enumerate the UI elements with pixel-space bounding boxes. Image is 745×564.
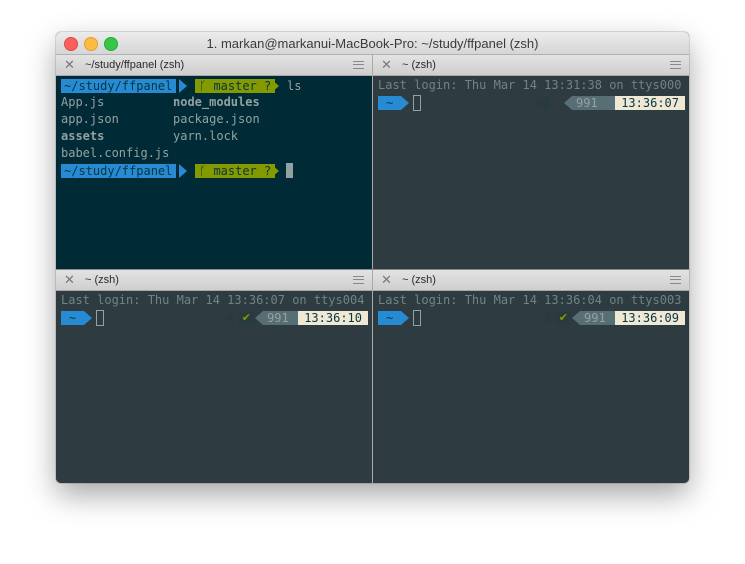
pane-tab-top-right[interactable]: ✕ ~ (zsh) xyxy=(373,55,689,76)
git-branch-segment: ᚴ master ? xyxy=(195,164,276,178)
command-text: ls xyxy=(287,79,302,93)
file-name: yarn.lock xyxy=(173,129,239,143)
prompt-path-segment: ~/study/ffpanel xyxy=(61,164,177,178)
time-segment: 13:36:09 xyxy=(615,311,685,325)
git-branch-icon: ᚴ xyxy=(199,79,207,93)
terminal-window: 1. markan@markanui-MacBook-Pro: ~/study/… xyxy=(56,32,689,483)
prompt-line: ~ 991 13:36:07 xyxy=(378,94,685,111)
file-name: app.json xyxy=(61,112,119,126)
arrow-right-icon xyxy=(271,79,279,93)
arrow-right-icon xyxy=(401,311,409,325)
pane-bottom-right[interactable]: ✕ ~ (zsh) Last login: Thu Mar 14 13:36:0… xyxy=(373,270,689,483)
arrow-left-icon xyxy=(572,311,580,325)
prompt-path-segment: ~ xyxy=(378,96,402,110)
last-login-text: Last login: Thu Mar 14 13:31:38 on ttys0… xyxy=(378,78,682,92)
pane-tab-bottom-right[interactable]: ✕ ~ (zsh) xyxy=(373,270,689,291)
arrow-right-icon xyxy=(401,96,409,110)
git-branch-icon: ᚴ xyxy=(199,164,207,178)
pane-tab-label: ~ (zsh) xyxy=(402,59,436,71)
checkmark-icon: ✔ xyxy=(554,311,572,325)
arrow-left-icon xyxy=(255,311,263,325)
history-number: 991 xyxy=(263,311,299,325)
pane-tab-bottom-left[interactable]: ✕ ~ (zsh) xyxy=(56,270,372,291)
ls-row: assets yarn.lock xyxy=(61,128,368,145)
git-branch-segment: ᚴ master ? xyxy=(195,79,276,93)
prompt-path-segment: ~ xyxy=(61,311,85,325)
terminal-output[interactable]: Last login: Thu Mar 14 13:31:38 on ttys0… xyxy=(378,77,685,111)
terminal-output[interactable]: Last login: Thu Mar 14 13:36:07 on ttys0… xyxy=(61,292,368,326)
hamburger-icon[interactable] xyxy=(670,276,681,284)
text-cursor xyxy=(413,310,421,326)
hamburger-icon[interactable] xyxy=(670,61,681,69)
pane-divider-horizontal[interactable] xyxy=(56,269,689,270)
prompt-line: ~/study/ffpanel ᚴ master ? ls xyxy=(61,77,368,94)
checkmark-icon: ✔ xyxy=(237,311,255,325)
status-segment xyxy=(542,96,550,110)
prompt-line: ~ ✔ 991 13:36:10 xyxy=(61,309,368,326)
time-segment: 13:36:07 xyxy=(615,96,685,110)
text-cursor xyxy=(96,310,104,326)
last-login-text: Last login: Thu Mar 14 13:36:07 on ttys0… xyxy=(61,293,365,307)
pane-bottom-left[interactable]: ✕ ~ (zsh) Last login: Thu Mar 14 13:36:0… xyxy=(56,270,372,483)
hamburger-icon[interactable] xyxy=(353,276,364,284)
directory-name: assets xyxy=(61,129,105,143)
pane-tab-label: ~/study/ffpanel (zsh) xyxy=(85,59,185,71)
git-branch-label: master ? xyxy=(213,164,272,178)
prompt-line: ~/study/ffpanel ᚴ master ? xyxy=(61,162,368,179)
prompt-path-segment: ~/study/ffpanel xyxy=(61,79,177,93)
arrow-right-icon xyxy=(179,79,187,93)
file-name: babel.config.js xyxy=(61,146,170,160)
pane-tab-label: ~ (zsh) xyxy=(85,274,119,286)
pane-top-left[interactable]: ✕ ~/study/ffpanel (zsh) ~/study/ffpanel … xyxy=(56,55,372,269)
terminal-output[interactable]: Last login: Thu Mar 14 13:36:04 on ttys0… xyxy=(378,292,685,326)
close-icon[interactable]: ✕ xyxy=(64,57,75,73)
close-icon[interactable]: ✕ xyxy=(381,57,392,73)
window-title: 1. markan@markanui-MacBook-Pro: ~/study/… xyxy=(206,36,539,51)
last-login-text: Last login: Thu Mar 14 13:36:04 on ttys0… xyxy=(378,293,682,307)
file-name: package.json xyxy=(173,112,260,126)
title-bar: 1. markan@markanui-MacBook-Pro: ~/study/… xyxy=(56,32,689,55)
file-name: App.js xyxy=(61,95,105,109)
pane-top-right[interactable]: ✕ ~ (zsh) Last login: Thu Mar 14 13:31:3… xyxy=(373,55,689,269)
close-icon[interactable]: ✕ xyxy=(64,272,75,288)
terminal-output[interactable]: ~/study/ffpanel ᚴ master ? ls App.js nod… xyxy=(61,77,368,179)
hamburger-icon[interactable] xyxy=(353,61,364,69)
git-branch-label: master ? xyxy=(213,79,272,93)
ls-row: babel.config.js xyxy=(61,145,368,162)
text-cursor xyxy=(413,95,421,111)
directory-name: node_modules xyxy=(173,95,260,109)
arrow-right-icon xyxy=(179,164,187,178)
ls-row: App.js node_modules xyxy=(61,94,368,111)
prompt-path-segment: ~ xyxy=(378,311,402,325)
pane-tab-label: ~ (zsh) xyxy=(402,274,436,286)
time-segment: 13:36:10 xyxy=(298,311,368,325)
history-number: 991 xyxy=(580,311,616,325)
ls-row: app.json package.json xyxy=(61,111,368,128)
pane-tab-top-left[interactable]: ✕ ~/study/ffpanel (zsh) xyxy=(56,55,372,76)
history-number: 991 xyxy=(572,96,616,110)
arrow-left-icon xyxy=(542,311,550,325)
arrow-right-icon xyxy=(271,164,279,178)
arrow-left-icon xyxy=(564,96,572,110)
arrow-left-icon xyxy=(534,96,542,110)
text-cursor xyxy=(286,163,293,178)
arrow-right-icon xyxy=(84,311,92,325)
prompt-line: ~ ✔ 991 13:36:09 xyxy=(378,309,685,326)
close-icon[interactable]: ✕ xyxy=(381,272,392,288)
arrow-left-icon xyxy=(225,311,233,325)
